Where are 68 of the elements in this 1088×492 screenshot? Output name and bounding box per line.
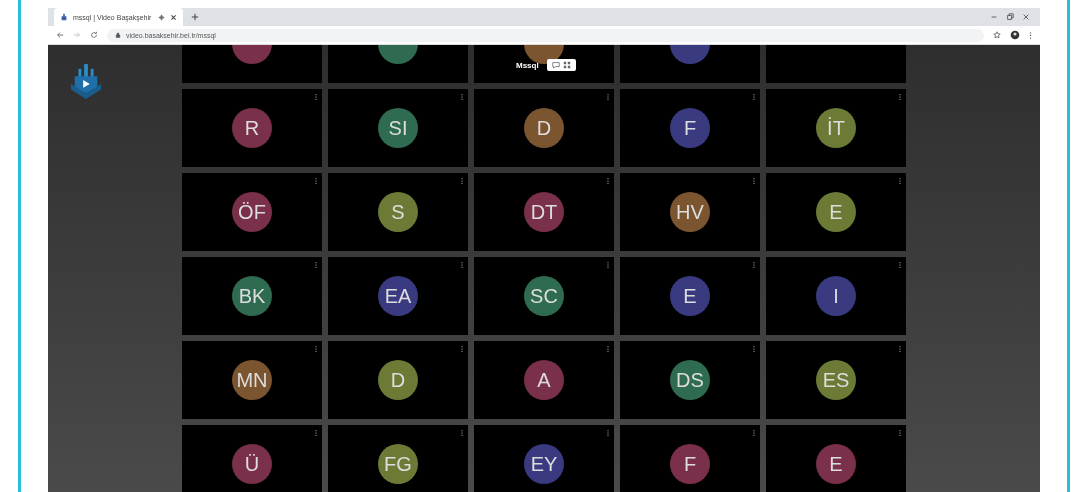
video-tile[interactable]: D [474, 89, 614, 167]
video-tile[interactable]: F [620, 425, 760, 492]
video-tile[interactable]: Ü [182, 425, 322, 492]
video-tile[interactable]: E [766, 173, 906, 251]
video-tile[interactable]: EY [474, 425, 614, 492]
close-icon[interactable] [1022, 13, 1030, 21]
video-tile[interactable]: D [328, 341, 468, 419]
avatar-initials: HV [676, 200, 704, 224]
more-icon[interactable] [1029, 30, 1032, 40]
avatar-initials: E [829, 452, 843, 476]
video-tile[interactable]: DS [620, 341, 760, 419]
avatar-initials: SC [530, 284, 558, 308]
avatar-initials: DS [676, 368, 704, 392]
minimize-icon[interactable] [990, 13, 998, 21]
reload-icon[interactable] [90, 31, 98, 39]
video-tile[interactable]: SI [328, 89, 468, 167]
video-tile[interactable]: I [766, 257, 906, 335]
avatar-initials: SI [388, 116, 408, 140]
logo-icon [70, 63, 102, 101]
avatar-initials: E [683, 284, 697, 308]
avatar-initials: EY [530, 452, 558, 476]
video-tile[interactable]: EA [328, 257, 468, 335]
video-tile[interactable]: R [182, 89, 322, 167]
back-icon[interactable] [56, 31, 64, 39]
star-icon[interactable] [993, 31, 1001, 39]
tab-favicon-icon [60, 13, 68, 21]
video-tile[interactable]: MN [182, 341, 322, 419]
avatar-initials: İT [827, 116, 845, 140]
avatar-initials: BK [238, 284, 266, 308]
video-tile[interactable]: BK [182, 257, 322, 335]
video-tile[interactable]: F [620, 89, 760, 167]
avatar-initials: MN [236, 368, 268, 392]
avatar-initials: EA [384, 284, 412, 308]
pin-icon [158, 13, 165, 21]
chat-icon[interactable] [551, 61, 560, 69]
avatar-initials: I [833, 284, 839, 308]
avatar-initials: D [536, 116, 552, 140]
lock-icon [115, 32, 121, 38]
video-tile[interactable]: A [474, 341, 614, 419]
avatar-initials: FG [384, 452, 412, 476]
avatar-initials: ÖF [238, 200, 266, 224]
video-tile[interactable]: İT [766, 89, 906, 167]
forward-icon[interactable] [73, 31, 81, 39]
avatar-initials: E [829, 200, 843, 224]
avatar-initials: R [244, 116, 260, 140]
video-tile[interactable]: E [620, 257, 760, 335]
video-tile[interactable]: DT [474, 173, 614, 251]
profile-icon[interactable] [1010, 30, 1020, 40]
avatar-initials: Ü [244, 452, 260, 476]
video-tile[interactable]: S [328, 173, 468, 251]
avatar-initials: D [390, 368, 406, 392]
new-tab-icon[interactable] [191, 13, 199, 21]
avatar-initials: F [683, 452, 697, 476]
avatar-initials: ES [822, 368, 850, 392]
close-icon[interactable] [170, 13, 177, 21]
video-tile[interactable]: FG [328, 425, 468, 492]
avatar-initials: S [391, 200, 405, 224]
avatar-initials: A [537, 368, 551, 392]
video-tile[interactable]: HV [620, 173, 760, 251]
grid-icon[interactable] [562, 61, 571, 69]
video-tile[interactable]: ES [766, 341, 906, 419]
video-tile[interactable]: ÖF [182, 173, 322, 251]
room-name: Mssql [516, 60, 539, 70]
video-tile[interactable]: E [766, 425, 906, 492]
video-tile[interactable]: SC [474, 257, 614, 335]
avatar-initials: F [683, 116, 697, 140]
restore-icon[interactable] [1006, 13, 1014, 21]
avatar-initials: DT [530, 200, 558, 224]
